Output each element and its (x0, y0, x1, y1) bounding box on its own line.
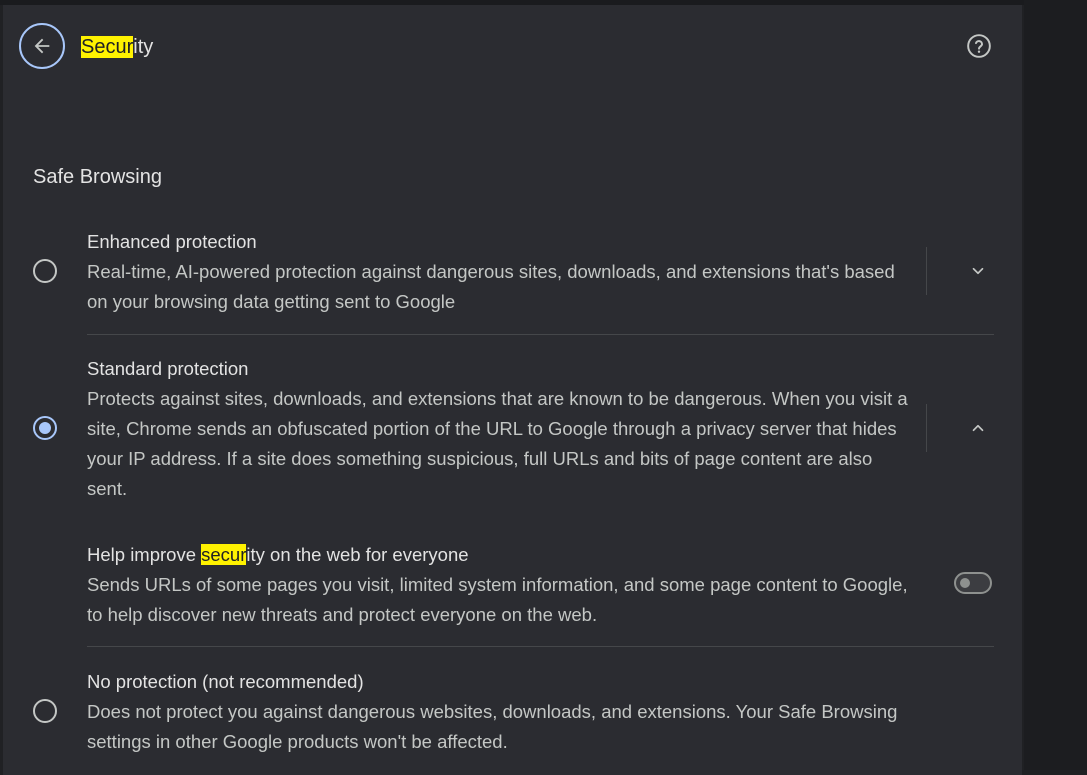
help-circle-icon (967, 34, 991, 58)
help-improve-title-start: Help improve (87, 544, 202, 565)
option-divider (87, 646, 994, 647)
chevron-up-icon (972, 424, 984, 432)
chevron-down-icon (972, 267, 984, 275)
page-title: Security (81, 35, 153, 59)
help-improve-title-end: ity on the web for everyone (246, 544, 469, 565)
standard-protection-description: Protects against sites, downloads, and e… (87, 388, 908, 499)
arrow-left-icon (34, 38, 50, 54)
section-title: Safe Browsing (33, 166, 162, 188)
radio-standard-protection[interactable] (33, 416, 57, 440)
radio-enhanced-protection[interactable] (33, 259, 57, 283)
help-button[interactable] (965, 32, 993, 60)
collapse-standard-button[interactable] (963, 413, 993, 443)
enhanced-protection-title: Enhanced protection (87, 231, 257, 252)
vertical-divider (926, 247, 927, 295)
back-button[interactable] (19, 23, 65, 69)
help-improve-title: Help improve security on the web for eve… (87, 543, 469, 567)
help-improve-toggle[interactable] (954, 572, 992, 594)
security-settings-card: Security Safe Browsing Enhanced protecti… (3, 5, 1022, 775)
expand-enhanced-button[interactable] (963, 256, 993, 286)
standard-protection-title: Standard protection (87, 358, 249, 379)
no-protection-title: No protection (not recommended) (87, 671, 364, 692)
vertical-divider (926, 404, 927, 452)
no-protection-description: Does not protect you against dangerous w… (87, 701, 898, 752)
toggle-knob (960, 578, 970, 588)
search-highlight: secur (201, 544, 247, 565)
radio-no-protection[interactable] (33, 699, 57, 723)
page-title-rest: ity (133, 36, 154, 58)
enhanced-protection-description: Real-time, AI-powered protection against… (87, 261, 895, 312)
help-improve-description: Sends URLs of some pages you visit, limi… (87, 574, 908, 625)
page-side-gutter (1024, 0, 1087, 770)
search-highlight: Secur (81, 36, 134, 58)
option-divider (87, 334, 994, 335)
